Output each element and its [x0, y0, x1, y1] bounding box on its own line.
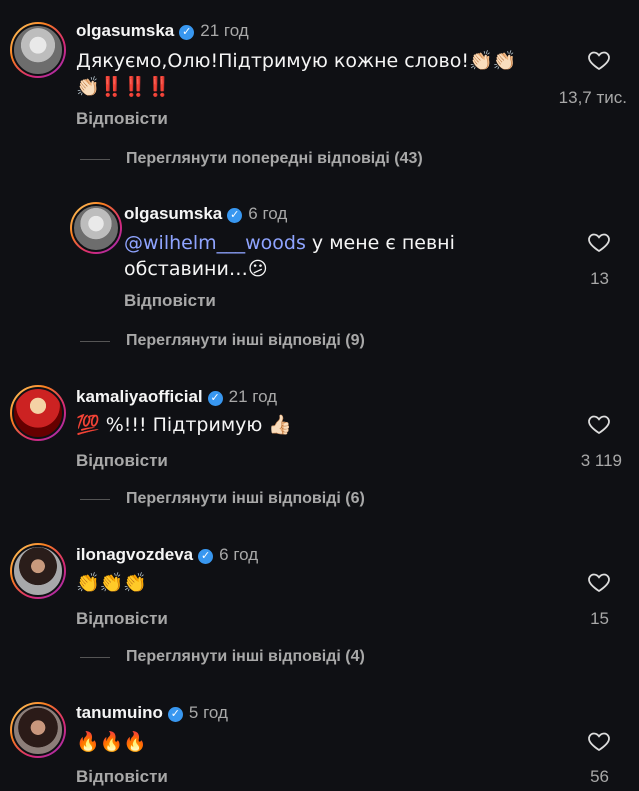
username[interactable]: olgasumska	[76, 21, 174, 40]
avatar[interactable]	[10, 385, 66, 441]
heart-icon[interactable]	[586, 48, 612, 72]
comment-header: ilonagvozdeva ✓ 6 год	[76, 545, 258, 565]
like-count: 13,7 тис.	[558, 88, 627, 107]
view-replies-label: Переглянути інші відповіді (4)	[126, 648, 365, 665]
comment-header: tanumuino ✓ 5 год	[76, 703, 228, 723]
like-count: 13	[590, 269, 609, 288]
reply-button[interactable]: Відповісти	[76, 609, 168, 629]
heart-icon[interactable]	[586, 412, 612, 436]
avatar[interactable]	[10, 702, 66, 758]
view-previous-replies-button[interactable]: Переглянути попередні відповіді (43)	[80, 150, 423, 168]
username[interactable]: ilonagvozdeva	[76, 545, 193, 564]
comment-header: olgasumska ✓ 21 год	[76, 21, 249, 41]
verified-badge-icon: ✓	[167, 707, 183, 722]
comment-header: kamaliyaofficial ✓ 21 год	[76, 387, 277, 407]
username[interactable]: tanumuino	[76, 703, 163, 722]
divider-line	[80, 657, 110, 658]
view-replies-label: Переглянути попередні відповіді (43)	[126, 150, 423, 167]
reply-button[interactable]: Відповісти	[124, 291, 216, 311]
verified-badge-icon: ✓	[227, 208, 243, 223]
comment-text: 🔥🔥🔥	[76, 731, 147, 753]
verified-badge-icon: ✓	[198, 549, 214, 564]
view-replies-label: Переглянути інші відповіді (9)	[126, 332, 365, 349]
reply-button[interactable]: Відповісти	[76, 109, 168, 129]
timestamp: 5 год	[188, 703, 228, 722]
heart-icon[interactable]	[586, 729, 612, 753]
comment-text: 👏👏👏	[76, 572, 147, 594]
like-count: 56	[590, 767, 609, 786]
view-more-replies-button[interactable]: Переглянути інші відповіді (6)	[80, 490, 365, 508]
username[interactable]: kamaliyaofficial	[76, 387, 203, 406]
view-more-replies-button[interactable]: Переглянути інші відповіді (4)	[80, 648, 365, 666]
like-count: 3 119	[580, 451, 622, 470]
heart-icon[interactable]	[586, 230, 612, 254]
timestamp: 21 год	[228, 387, 278, 406]
reply-button[interactable]: Відповісти	[76, 767, 168, 787]
comment-text-line: обставини…😕	[124, 258, 268, 280]
comment-text: Дякуємо,Олю!Підтримую кожне слово!👏🏻👏🏻 👏…	[76, 48, 516, 100]
divider-line	[80, 159, 110, 160]
timestamp: 6 год	[219, 545, 259, 564]
reply-button[interactable]: Відповісти	[76, 451, 168, 471]
comment-header: olgasumska ✓ 6 год	[124, 204, 287, 224]
view-replies-label: Переглянути інші відповіді (6)	[126, 490, 365, 507]
avatar[interactable]	[70, 202, 122, 254]
comment-text: 💯 %!!! Підтримую 👍🏻	[76, 414, 293, 436]
avatar[interactable]	[10, 22, 66, 78]
timestamp: 21 год	[200, 21, 249, 40]
username[interactable]: olgasumska	[124, 204, 222, 223]
divider-line	[80, 341, 110, 342]
verified-badge-icon: ✓	[179, 25, 195, 40]
verified-badge-icon: ✓	[207, 391, 223, 406]
timestamp: 6 год	[248, 204, 288, 223]
comment-text-line: Дякуємо,Олю!Підтримую кожне слово!👏🏻👏🏻	[76, 50, 517, 72]
heart-icon[interactable]	[586, 570, 612, 594]
avatar[interactable]	[10, 543, 66, 599]
comment-text-line: 👏🏻‼️‼️‼️	[76, 76, 171, 98]
mention-link[interactable]: @wilhelm___woods	[124, 232, 306, 254]
comment-text-line: у мене є певні	[305, 232, 455, 254]
like-count: 15	[590, 609, 609, 628]
view-more-replies-button[interactable]: Переглянути інші відповіді (9)	[80, 332, 365, 350]
comment-text: @wilhelm___woods у мене є певні обставин…	[124, 230, 455, 282]
divider-line	[80, 499, 110, 500]
